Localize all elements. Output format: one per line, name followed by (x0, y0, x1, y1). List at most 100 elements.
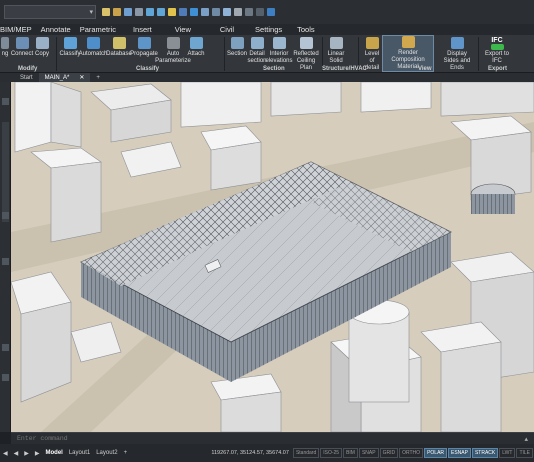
ribbon-separator (224, 37, 225, 71)
save-icon[interactable] (124, 8, 132, 16)
toggle-polar[interactable]: POLAR (424, 448, 448, 458)
nav-up-icon[interactable] (2, 98, 9, 105)
scene-svg (11, 82, 534, 432)
rb-attach[interactable]: Attach (187, 37, 205, 58)
toggle-tile[interactable]: TILE (516, 448, 533, 458)
search-icon[interactable] (234, 8, 242, 16)
table-icon[interactable] (223, 8, 231, 16)
rb-propagate[interactable]: Propagate (130, 37, 158, 58)
new-tab-button[interactable]: + (90, 73, 106, 82)
rb-automatch[interactable]: Automatch (78, 37, 108, 58)
rb-display-sides-and-ends[interactable]: Display Sides and Ends (440, 37, 474, 72)
rb-interior-elevations[interactable]: Interior elevations (266, 37, 293, 65)
toggle-esnap[interactable]: ESNAP (448, 448, 471, 458)
undo-icon[interactable] (146, 8, 154, 16)
rb-detail-section-label: Detail section (247, 51, 267, 64)
rb-classify[interactable]: Classify (60, 37, 81, 58)
toggle-snap[interactable]: SNAP (358, 448, 379, 458)
dimstyle-indicator[interactable]: ISO-25 (320, 448, 343, 458)
rb-connect-label: Connect (10, 51, 34, 57)
nav-next-icon[interactable]: ▶ (21, 450, 32, 457)
new-icon[interactable] (102, 8, 110, 16)
rb-copy[interactable]: Copy (34, 37, 50, 58)
detail-section-icon (250, 37, 264, 49)
workspace-dropdown[interactable]: ▾ (4, 5, 96, 19)
tab-civil[interactable]: Civil (200, 25, 243, 34)
tool-icon (1, 37, 9, 49)
layout-tab-model[interactable]: Model (43, 450, 66, 456)
layout-tab-layout2[interactable]: Layout2 (93, 450, 120, 456)
bim-icon[interactable] (179, 8, 187, 16)
tab-main-a-label: MAIN_A* (44, 74, 70, 81)
rb-export-to-ifc[interactable]: IFC Export to IFC (485, 37, 509, 65)
quick-access-toolbar (102, 8, 275, 16)
level-of-detail-icon (365, 37, 379, 49)
dropdown-arrow: ▾ (89, 9, 93, 16)
toggle-strack[interactable]: STRACK (471, 448, 499, 458)
mode-indicator[interactable]: BIM (343, 448, 358, 458)
layer-icon[interactable] (212, 8, 220, 16)
section-icon (230, 37, 244, 49)
toggle-grid[interactable]: GRID (379, 448, 399, 458)
cmd-expand-icon[interactable]: ▴ (524, 435, 528, 443)
coordinate-readout: 119267.07, 35124.57, 35674.07 (211, 450, 289, 456)
nav-first-icon[interactable]: ◀ (0, 450, 11, 457)
rb-database[interactable]: Database (106, 37, 132, 58)
open-icon[interactable] (113, 8, 121, 16)
window-icon[interactable] (256, 8, 264, 16)
grid-icon[interactable] (245, 8, 253, 16)
nav-arrow-icon[interactable] (2, 258, 9, 265)
scroll-thumb[interactable] (2, 122, 9, 222)
nav-arrow-icon[interactable] (2, 374, 9, 381)
rb-ng[interactable]: ng (0, 37, 10, 58)
redo-icon[interactable] (157, 8, 165, 16)
tab-annotate[interactable]: Annotate (41, 25, 80, 34)
rb-detail-section[interactable]: Detail section (247, 37, 267, 65)
model-viewport[interactable] (11, 82, 534, 432)
style-indicator[interactable]: Standard (292, 448, 320, 458)
tab-view[interactable]: View (161, 25, 200, 34)
match-icon[interactable] (168, 8, 176, 16)
tab-start[interactable]: Start (14, 73, 39, 82)
command-input[interactable] (17, 435, 217, 442)
rb-automatch-label: Automatch (78, 51, 108, 57)
settings-icon[interactable] (201, 8, 209, 16)
group-label-export: Export (488, 66, 508, 72)
app-window: ▾ BIM/MEP Annotate Parametric Insert Vie… (0, 0, 534, 462)
rb-display-sides-and-ends-label: Display Sides and Ends (443, 51, 471, 71)
tab-insert[interactable]: Insert (125, 25, 161, 34)
rb-attach-label: Attach (187, 51, 205, 57)
nav-last-icon[interactable]: ▶ (32, 450, 43, 457)
toggle-ortho[interactable]: ORTHO (399, 448, 424, 458)
rb-linear-solid[interactable]: Linear Solid (327, 37, 345, 65)
left-toolbar (0, 82, 11, 432)
tab-start-label: Start (20, 74, 33, 81)
tab-bim-mep[interactable]: BIM/MEP (0, 25, 41, 34)
tab-main-a[interactable]: MAIN_A* ✕ (38, 73, 91, 82)
tab-tools[interactable]: Tools (291, 25, 324, 34)
rb-connect[interactable]: Connect (10, 37, 34, 58)
linear-solid-icon (329, 37, 343, 49)
command-line: ▴ (11, 432, 534, 444)
help-icon[interactable] (267, 8, 275, 16)
rb-section[interactable]: Section (227, 37, 247, 58)
material-icon (401, 36, 415, 48)
nav-arrow-icon[interactable] (2, 212, 9, 219)
rb-auto-parameterize-label: Auto Parameterize (155, 51, 191, 64)
group-label-view: View (418, 66, 432, 72)
copy-icon (35, 37, 49, 49)
layout-tab-layout1[interactable]: Layout1 (66, 450, 93, 456)
tab-settings[interactable]: Settings (243, 25, 291, 34)
toggle-lwt[interactable]: LWT (499, 448, 516, 458)
nav-arrow-icon[interactable] (2, 344, 9, 351)
add-layout-button[interactable]: + (121, 450, 131, 456)
print-icon[interactable] (135, 8, 143, 16)
ribbon-separator (478, 37, 479, 71)
close-icon[interactable]: ✕ (79, 74, 84, 81)
rb-auto-parameterize[interactable]: Auto Parameterize (155, 37, 191, 65)
ceiling-plan-icon (299, 37, 313, 49)
nav-prev-icon[interactable]: ◀ (11, 450, 22, 457)
tab-parametric[interactable]: Parametric (80, 25, 125, 34)
render-icon[interactable] (190, 8, 198, 16)
rb-reflected-ceiling-plan[interactable]: Reflected Ceiling Plan (291, 37, 321, 72)
